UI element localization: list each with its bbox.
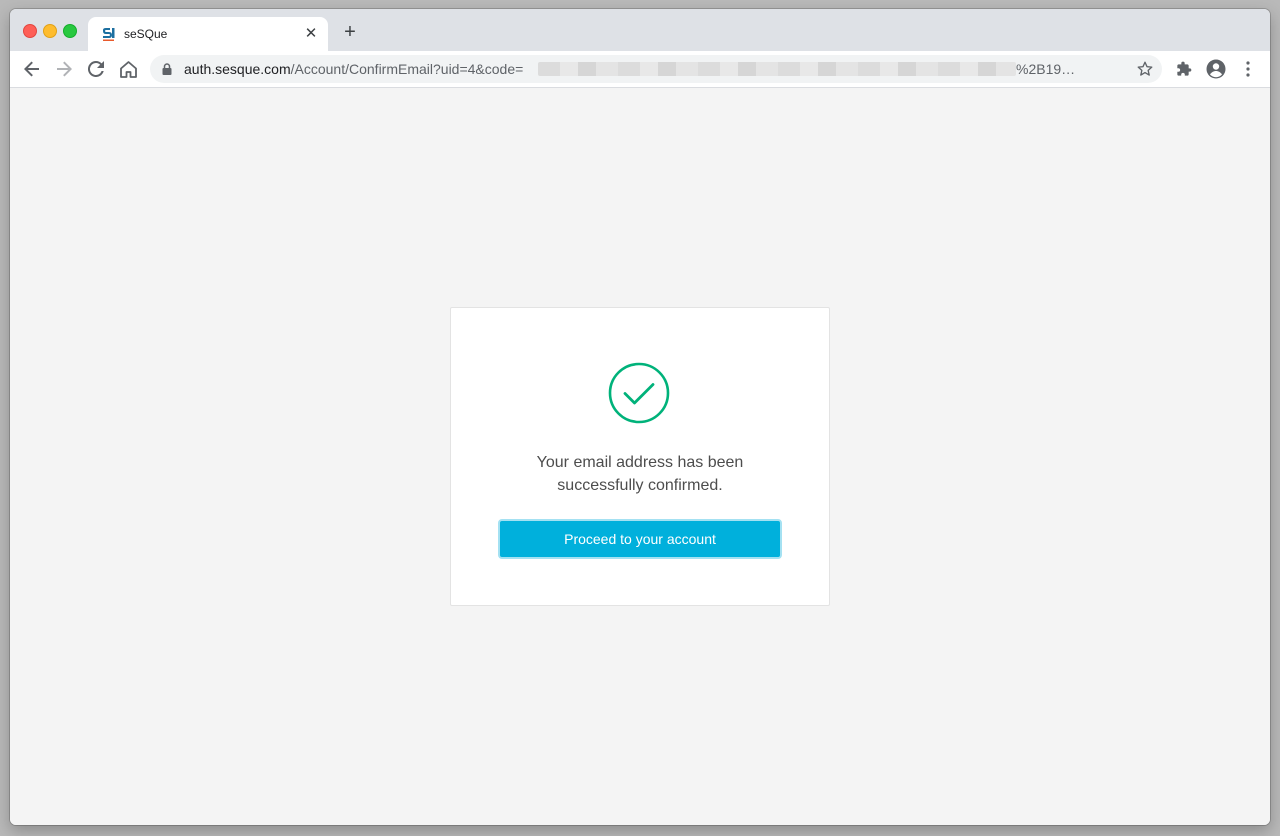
- browser-window: seSQue ✕ + auth.sesque.com/Account/Confi…: [10, 9, 1270, 825]
- message-line-1: Your email address has been: [536, 454, 744, 471]
- browser-toolbar: auth.sesque.com/Account/ConfirmEmail?uid…: [10, 51, 1270, 88]
- star-icon[interactable]: [1136, 60, 1154, 78]
- address-bar[interactable]: auth.sesque.com/Account/ConfirmEmail?uid…: [150, 55, 1162, 83]
- confirmation-message: Your email address has been successfully…: [451, 451, 829, 497]
- url-host: auth.sesque.com: [184, 61, 291, 77]
- url-path: /Account/ConfirmEmail?uid=4&code=: [290, 61, 524, 77]
- reload-icon[interactable]: [84, 57, 108, 81]
- tab-title: seSQue: [124, 27, 168, 41]
- message-line-2: successfully confirmed.: [557, 477, 723, 494]
- proceed-to-account-button[interactable]: Proceed to your account: [498, 519, 782, 559]
- tab-strip: seSQue ✕ +: [10, 9, 1270, 51]
- url-tail: %2B19…: [1016, 61, 1076, 77]
- confirmation-card: Your email address has been successfully…: [450, 307, 830, 606]
- lock-icon: [162, 63, 172, 75]
- extensions-icon[interactable]: [1172, 57, 1196, 81]
- forward-icon[interactable]: [52, 57, 76, 81]
- home-icon[interactable]: [116, 57, 140, 81]
- sesque-favicon-icon: [103, 28, 115, 41]
- menu-icon[interactable]: [1236, 57, 1260, 81]
- tab-sesque[interactable]: seSQue ✕: [88, 17, 328, 51]
- page-viewport: Your email address has been successfully…: [10, 88, 1270, 825]
- back-icon[interactable]: [20, 57, 44, 81]
- tab-close-icon[interactable]: ✕: [302, 25, 320, 43]
- minimize-window-button[interactable]: [43, 24, 57, 38]
- new-tab-button[interactable]: +: [340, 22, 360, 42]
- zoom-window-button[interactable]: [63, 24, 77, 38]
- check-circle-icon: [608, 362, 670, 424]
- url-text: auth.sesque.com/Account/ConfirmEmail?uid…: [184, 61, 523, 77]
- close-window-button[interactable]: [23, 24, 37, 38]
- profile-icon[interactable]: [1204, 57, 1228, 81]
- url-redacted: [538, 62, 1016, 76]
